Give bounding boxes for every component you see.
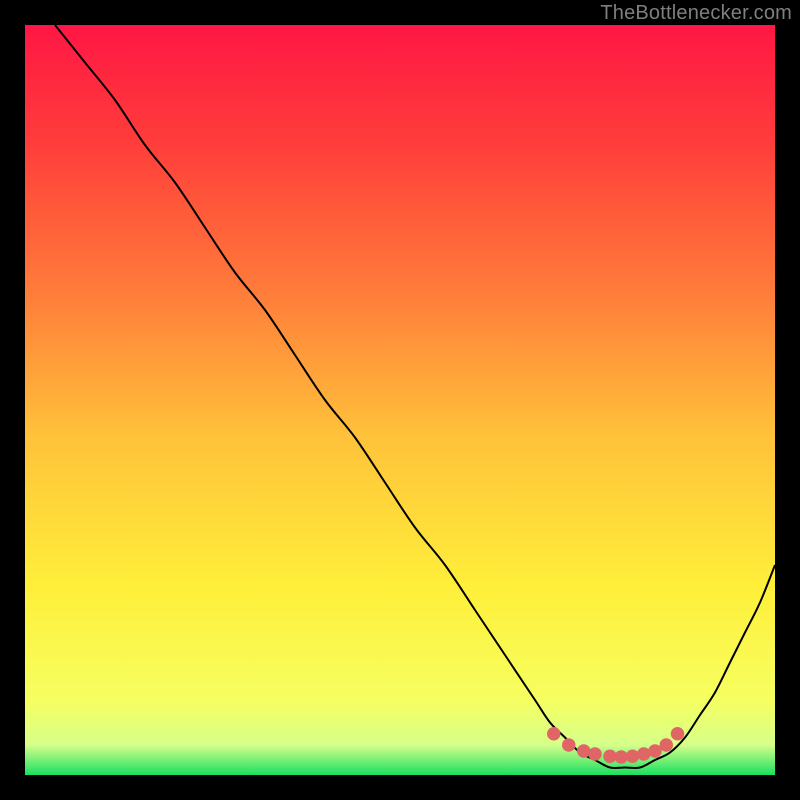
optimal-marker [588,747,602,761]
gradient-plot-area [25,25,775,775]
watermark-text: TheBottlenecker.com [600,2,792,25]
chart-container: TheBottlenecker.com [0,0,800,800]
optimal-marker [626,750,640,764]
optimal-marker [562,738,576,752]
optimal-marker [547,727,561,741]
optimal-marker [660,738,674,752]
bottleneck-chart [25,25,775,775]
optimal-marker [671,727,685,741]
